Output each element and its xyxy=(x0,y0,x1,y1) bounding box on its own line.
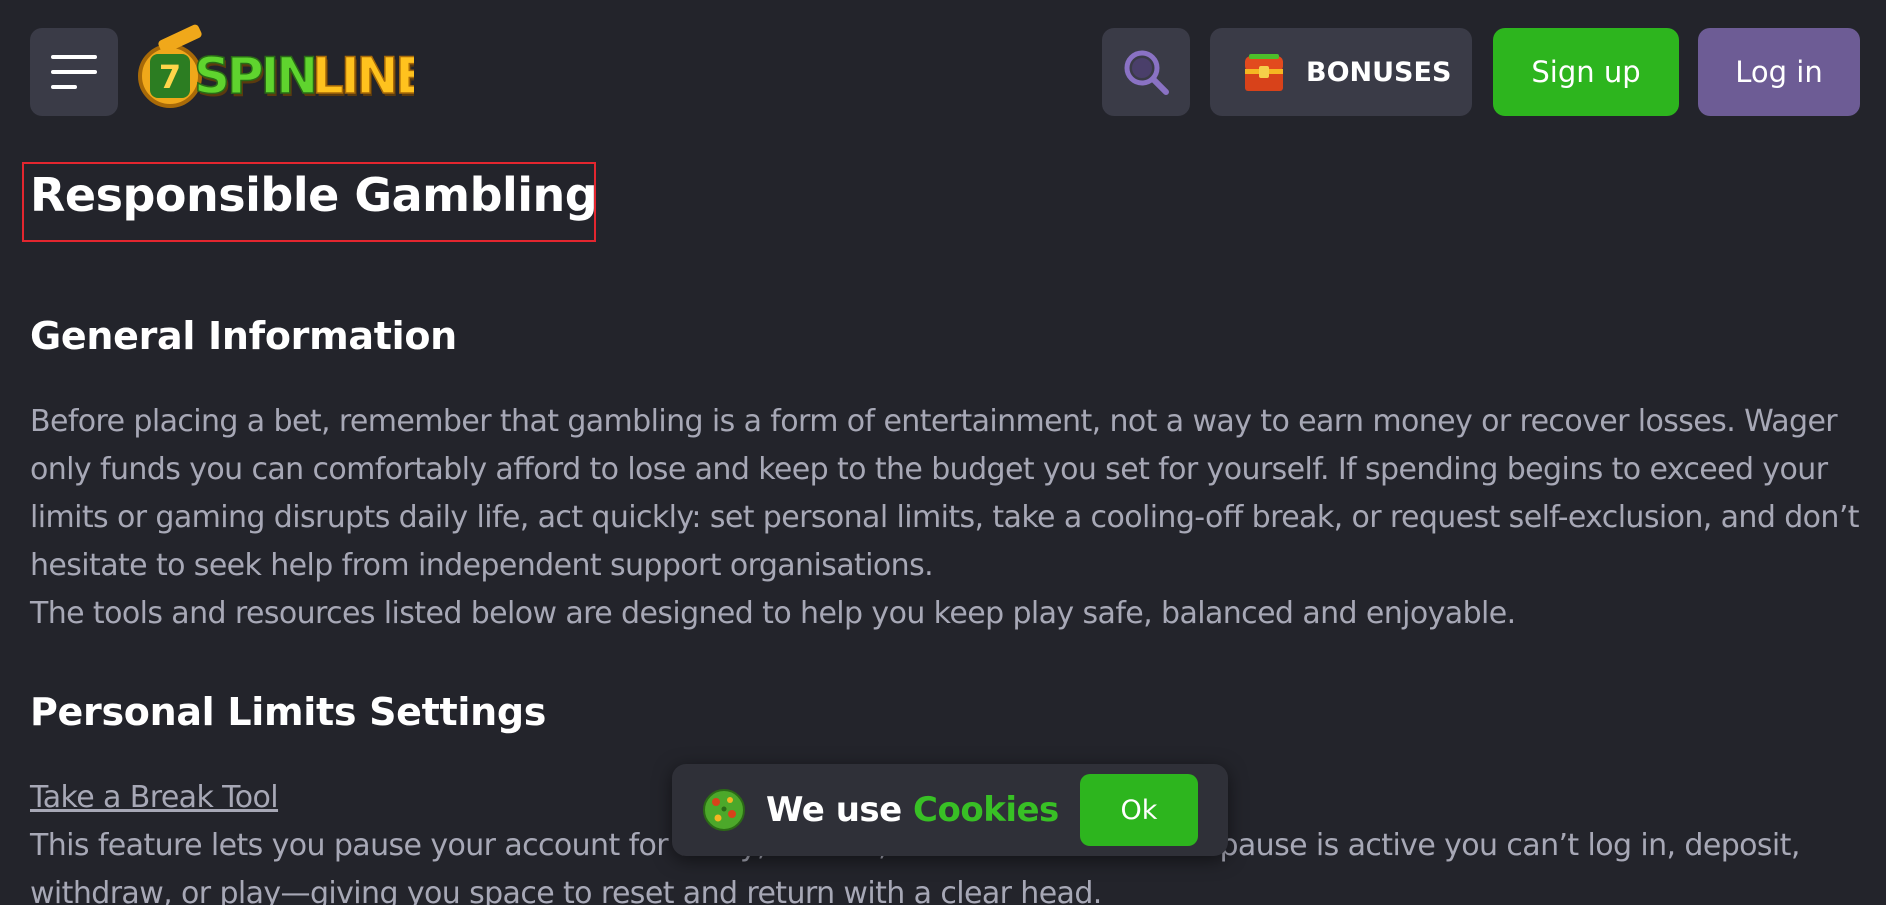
cookie-message: We use Cookies xyxy=(766,790,1059,830)
bonuses-button[interactable]: BONUSES xyxy=(1210,28,1472,116)
general-information-paragraph: Before placing a bet, remember that gamb… xyxy=(30,404,1860,583)
spinline-logo[interactable]: 7 SPIN SPIN LINE LINE xyxy=(136,24,431,116)
hamburger-menu-icon[interactable] xyxy=(30,28,118,116)
bonuses-label: BONUSES xyxy=(1306,56,1452,88)
svg-text:7: 7 xyxy=(159,58,181,96)
log-in-button[interactable]: Log in xyxy=(1698,28,1860,116)
site-header: 7 SPIN SPIN LINE LINE xyxy=(0,0,1886,140)
spinline-logo-icon: 7 SPIN SPIN LINE LINE xyxy=(138,24,431,108)
tools-paragraph: The tools and resources listed below are… xyxy=(30,596,1516,631)
cookie-ok-button[interactable]: Ok xyxy=(1080,774,1198,846)
cookie-icon xyxy=(703,789,745,831)
cookie-message-accent: Cookies xyxy=(913,790,1059,830)
search-button[interactable] xyxy=(1102,28,1190,116)
cookie-message-prefix: We use xyxy=(766,790,902,830)
svg-text:LINE: LINE xyxy=(312,47,414,105)
treasure-chest-icon xyxy=(1245,54,1283,91)
page: 7 SPIN SPIN LINE LINE xyxy=(0,0,1886,905)
search-icon xyxy=(1124,50,1169,95)
general-information-heading: General Information xyxy=(30,314,457,358)
sign-up-button[interactable]: Sign up xyxy=(1493,28,1679,116)
svg-text:SPIN: SPIN xyxy=(194,47,315,105)
personal-limits-heading: Personal Limits Settings xyxy=(30,690,547,734)
take-a-break-link[interactable]: Take a Break Tool xyxy=(30,774,279,822)
cookie-banner: We use Cookies Ok xyxy=(672,764,1228,856)
page-title: Responsible Gambling xyxy=(30,168,598,222)
